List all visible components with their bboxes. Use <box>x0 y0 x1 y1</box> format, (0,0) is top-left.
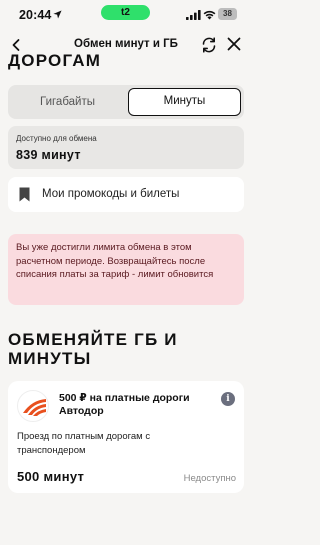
offer-description: Проезд по платным дорогам с транспондеро… <box>17 431 151 456</box>
carrier-badge: t2 <box>101 5 150 20</box>
refresh-icon[interactable] <box>200 36 218 54</box>
tab-gigabytes[interactable]: Гигабайты <box>11 88 124 116</box>
promocodes-label: Мои промокоды и билеты <box>42 188 180 200</box>
app-header: Обмен минут и ГБ <box>0 30 252 62</box>
info-icon[interactable]: i <box>221 392 235 406</box>
section-title: ОБМЕНЯЙТЕ ГБ И МИНУТЫ <box>8 330 178 368</box>
offer-status: Недоступно <box>183 473 236 484</box>
close-icon[interactable] <box>226 36 242 52</box>
tab-minutes[interactable]: Минуты <box>128 88 241 116</box>
location-arrow-icon <box>53 10 62 19</box>
unit-tabs: Гигабайты Минуты <box>8 85 244 119</box>
page-title: Обмен минут и ГБ <box>74 38 178 50</box>
back-arrow-icon[interactable] <box>6 35 26 55</box>
available-label: Доступно для обмена <box>16 134 97 143</box>
offer-cost: 500 минут <box>17 469 85 484</box>
offer-card[interactable]: 500 ₽ на платные дороги Автодор i Проезд… <box>8 381 244 493</box>
offer-title: 500 ₽ на платные дороги Автодор <box>59 392 190 417</box>
cellular-signal-icon <box>186 10 201 20</box>
limit-alert-text: Вы уже достигли лимита обмена в этом рас… <box>16 242 214 280</box>
limit-alert: Вы уже достигли лимита обмена в этом рас… <box>8 234 244 305</box>
wifi-icon <box>203 10 216 20</box>
status-bar: 20:44 t2 38 <box>0 0 252 30</box>
promocodes-button[interactable]: Мои промокоды и билеты <box>8 177 244 212</box>
battery-indicator: 38 <box>218 8 237 20</box>
bookmark-icon <box>19 187 30 202</box>
available-balance-card: Доступно для обмена 839 минут <box>8 126 244 169</box>
status-time: 20:44 <box>19 8 52 22</box>
page: ДОРОГАМ 20:44 t2 38 Обмен минут и ГБ Гиг… <box>0 0 252 545</box>
avtodor-logo-icon <box>17 390 49 422</box>
available-value: 839 минут <box>16 148 81 162</box>
